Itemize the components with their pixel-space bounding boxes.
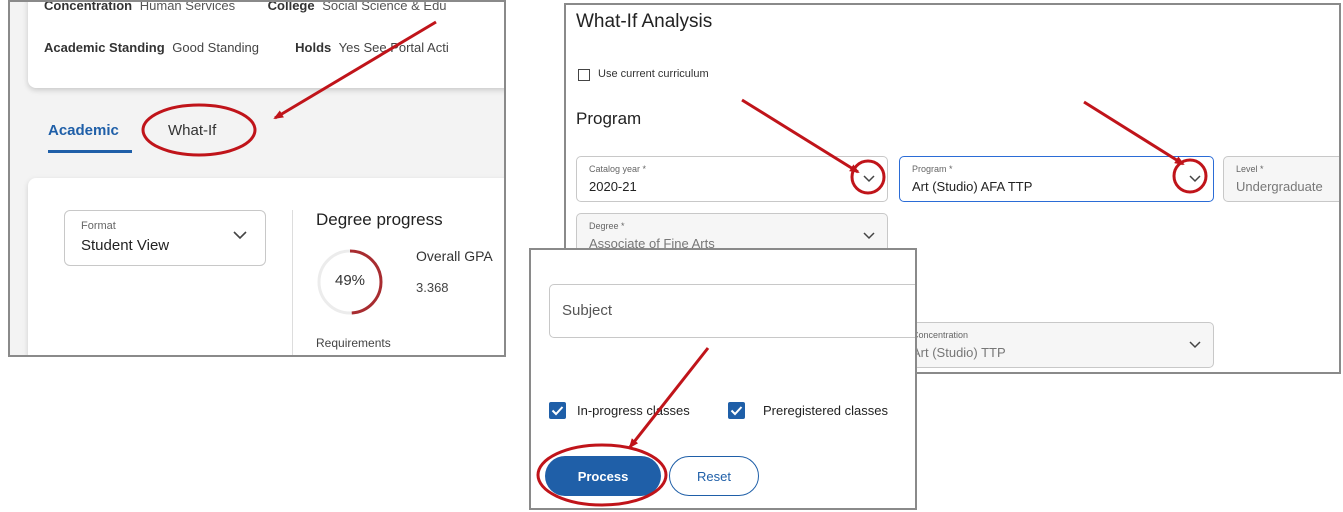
active-tab-indicator [48,150,132,153]
check-icon [730,406,743,416]
concentration-select[interactable]: Concentration Art (Studio) TTP [899,322,1214,368]
level-select: Level * Undergraduate [1223,156,1339,202]
catalog-year-label: Catalog year * [589,164,647,174]
summary-row-2: Academic Standing Good Standing Holds Ye… [44,40,449,55]
catalog-year-select[interactable]: Catalog year * 2020-21 [576,156,888,202]
academic-standing-label: Academic Standing [44,40,165,55]
holds-value[interactable]: Yes See Portal Acti [339,40,449,55]
preregistered-label: Preregistered classes [763,403,888,418]
divider [292,210,293,355]
academic-standing-value: Good Standing [172,40,259,55]
process-options-panel: Subject In-progress classes Preregistere… [529,248,917,510]
degree-label: Degree * [589,221,625,231]
process-button[interactable]: Process [545,456,661,496]
what-if-title: What-If Analysis [576,11,713,32]
program-value: Art (Studio) AFA TTP [912,179,1033,194]
concentration-label: Concentration [44,0,133,13]
concentration-field-value: Art (Studio) TTP [912,345,1006,360]
format-value: Student View [81,237,170,254]
student-record-panel: Concentration Human Services College Soc… [8,0,506,357]
overall-gpa-label: Overall GPA [416,248,493,264]
concentration-field-label: Concentration [912,330,969,340]
check-icon [551,406,564,416]
program-select[interactable]: Program * Art (Studio) AFA TTP [899,156,1214,202]
preregistered-checkbox[interactable] [728,402,745,419]
requirements-label: Requirements [316,336,391,350]
chevron-down-icon [233,231,247,240]
in-progress-checkbox[interactable] [549,402,566,419]
tab-academic[interactable]: Academic [48,122,119,139]
chevron-down-icon [1189,341,1201,349]
holds-label: Holds [295,40,332,55]
concentration-value: Human Services [139,0,236,13]
chevron-down-icon [1189,175,1201,183]
summary-row-1: Concentration Human Services College Soc… [44,0,447,13]
format-label: Format [81,220,116,232]
chevron-down-icon [863,232,875,240]
progress-percent: 49% [334,272,366,289]
overall-gpa-value: 3.368 [416,280,449,295]
level-value: Undergraduate [1236,179,1323,194]
format-select[interactable]: Format Student View [64,210,266,266]
use-current-curriculum-label: Use current curriculum [598,68,709,80]
college-value: Social Science & Edu [322,0,447,13]
catalog-year-value: 2020-21 [589,179,637,194]
program-label: Program * [912,164,953,174]
use-current-curriculum-checkbox[interactable] [578,69,590,81]
in-progress-label: In-progress classes [577,403,690,418]
tab-what-if[interactable]: What-If [168,122,216,139]
level-label: Level * [1236,164,1264,174]
degree-card [28,178,504,355]
degree-progress-title: Degree progress [316,210,443,229]
reset-button[interactable]: Reset [669,456,759,496]
subject-input[interactable]: Subject [549,284,915,338]
program-heading: Program [576,109,642,128]
subject-placeholder: Subject [562,302,613,319]
chevron-down-icon [863,175,875,183]
college-label: College [267,0,315,13]
